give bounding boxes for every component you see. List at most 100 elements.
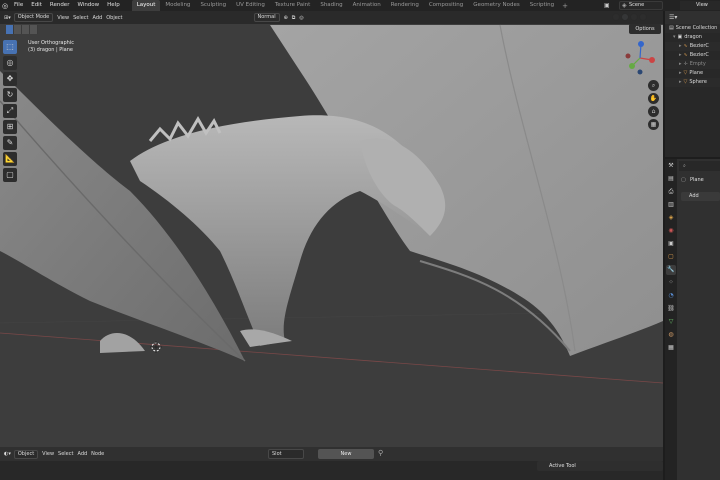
tab-compositing[interactable]: Compositing <box>424 0 468 11</box>
select-box-tool-icon[interactable]: ⬚ <box>3 40 17 54</box>
menu-window[interactable]: Window <box>73 0 103 11</box>
mode-selector[interactable]: Object Mode <box>13 13 54 22</box>
blender-logo-icon[interactable]: ◎ <box>0 0 10 11</box>
snap-icon[interactable]: ⧉ <box>292 15 296 21</box>
proportional-edit-icon[interactable]: ◎ <box>299 15 303 21</box>
physics-tab-icon[interactable]: ◔ <box>666 291 676 301</box>
tab-animation[interactable]: Animation <box>348 0 386 11</box>
add-modifier-button[interactable]: Add <box>681 192 720 201</box>
tool-tab-icon[interactable]: ⚒ <box>666 161 676 171</box>
slot-selector[interactable]: Slot <box>268 449 304 459</box>
mesh-icon: ▽ <box>683 79 688 85</box>
cursor-tool-icon[interactable]: ◎ <box>3 56 17 70</box>
camera-view-icon[interactable]: ⌂ <box>648 106 659 117</box>
select-mode-invert-icon[interactable] <box>30 25 38 34</box>
object-tab-icon[interactable]: ▢ <box>666 252 676 262</box>
expand-triangle-icon[interactable]: ▸ <box>679 52 682 58</box>
view-layer-selector[interactable]: View <box>680 1 720 10</box>
expand-triangle-icon[interactable]: ▸ <box>679 70 682 76</box>
tab-layout[interactable]: Layout <box>131 0 161 11</box>
scene-selector[interactable]: ◈ Scene <box>619 1 663 10</box>
curve-icon: ∿ <box>683 43 688 49</box>
modifier-tab-icon[interactable]: 🔧 <box>666 265 676 275</box>
menu-render[interactable]: Render <box>46 0 74 11</box>
new-material-button[interactable]: New <box>318 449 374 459</box>
scene-browse-icon[interactable]: ▣ <box>604 2 610 9</box>
outliner-row-sphere[interactable]: ▸ ▽ Sphere <box>665 78 720 87</box>
properties-search-field[interactable]: ⌕ <box>679 161 720 171</box>
perspective-toggle-icon[interactable]: ▦ <box>648 119 659 130</box>
transform-orientation-selector[interactable]: Normal <box>253 13 280 22</box>
tab-sculpting[interactable]: Sculpting <box>195 0 231 11</box>
navigation-gizmo-icon[interactable] <box>620 38 660 78</box>
scene-tab-icon[interactable]: ◈ <box>666 213 676 223</box>
output-tab-icon[interactable]: ⎙ <box>666 187 676 197</box>
particles-tab-icon[interactable]: ⁘ <box>666 278 676 288</box>
expand-triangle-icon[interactable]: ▾ <box>673 34 676 40</box>
tab-shading[interactable]: Shading <box>315 0 347 11</box>
options-dropdown[interactable]: Options <box>629 24 661 34</box>
outliner-row-scene-collection[interactable]: ▤ Scene Collection <box>665 24 720 33</box>
bottom-editor-type-icon[interactable]: ◐▾ <box>4 451 11 457</box>
outliner-row-plane[interactable]: ▸ ▽ Plane <box>665 69 720 78</box>
outliner-row-empty[interactable]: ▸ ✛ Empty <box>665 60 720 69</box>
add-cube-tool-icon[interactable]: ▢ <box>3 168 17 182</box>
editor-type-icon[interactable]: ⊞▾ <box>4 15 11 21</box>
select-mode-extend-icon[interactable] <box>14 25 22 34</box>
tab-scripting[interactable]: Scripting <box>525 0 559 11</box>
scale-tool-icon[interactable]: ⤢ <box>3 104 17 118</box>
expand-triangle-icon[interactable]: ▸ <box>679 79 682 85</box>
top-menu-bar: ◎ File Edit Render Window Help Layout Mo… <box>0 0 720 11</box>
view-layer-tab-icon[interactable]: ▥ <box>666 200 676 210</box>
viewport-menu-view[interactable]: View <box>57 15 69 21</box>
collection-tab-icon[interactable]: ▣ <box>666 239 676 249</box>
viewport-menu-select[interactable]: Select <box>73 15 88 21</box>
pivot-point-icon[interactable]: ⊕ <box>284 15 288 21</box>
properties-object-name: ▢ Plane <box>681 177 704 183</box>
transform-tool-icon[interactable]: ⊞ <box>3 120 17 134</box>
pan-hand-icon[interactable]: ✋ <box>648 93 659 104</box>
render-tab-icon[interactable]: ▤ <box>666 174 676 184</box>
zoom-icon[interactable]: ⌕ <box>648 80 659 91</box>
world-tab-icon[interactable]: ◉ <box>666 226 676 236</box>
menu-file[interactable]: File <box>10 0 27 11</box>
select-mode-new-icon[interactable] <box>6 25 14 34</box>
outliner-row-dragon[interactable]: ▾ ▣ dragon <box>665 33 720 42</box>
pin-icon[interactable]: ⚲ <box>378 449 383 457</box>
outliner-editor-icon[interactable]: ☰▾ <box>669 14 677 21</box>
viewport-menu-add[interactable]: Add <box>93 15 103 21</box>
menu-edit[interactable]: Edit <box>27 0 46 11</box>
menu-help[interactable]: Help <box>103 0 124 11</box>
mesh-icon: ▽ <box>683 70 688 76</box>
select-mode-subtract-icon[interactable] <box>22 25 30 34</box>
tab-uv-editing[interactable]: UV Editing <box>231 0 270 11</box>
tab-rendering[interactable]: Rendering <box>386 0 424 11</box>
bottom-menu-node[interactable]: Node <box>91 451 104 457</box>
curve-icon: ∿ <box>683 52 688 58</box>
tab-texture-paint[interactable]: Texture Paint <box>270 0 316 11</box>
add-workspace-icon[interactable]: + <box>559 2 571 10</box>
texture-tab-icon[interactable]: ▦ <box>666 343 676 353</box>
object-icon: ▢ <box>681 177 686 183</box>
tab-geometry-nodes[interactable]: Geometry Nodes <box>468 0 524 11</box>
expand-triangle-icon[interactable]: ▸ <box>679 61 682 67</box>
rotate-tool-icon[interactable]: ↻ <box>3 88 17 102</box>
bottom-menu-view[interactable]: View <box>42 451 54 457</box>
bottom-mode-selector[interactable]: Object <box>13 449 39 459</box>
tab-modeling[interactable]: Modeling <box>160 0 195 11</box>
move-tool-icon[interactable]: ✥ <box>3 72 17 86</box>
constraints-tab-icon[interactable]: ⛓ <box>666 304 676 314</box>
viewport-menu-object[interactable]: Object <box>106 15 122 21</box>
outliner-row-bezier-1[interactable]: ▸ ∿ BezierC <box>665 42 720 51</box>
bottom-menu-select[interactable]: Select <box>58 451 73 457</box>
measure-tool-icon[interactable]: 📐 <box>3 152 17 166</box>
active-tool-panel[interactable]: Active Tool <box>537 461 663 471</box>
data-tab-icon[interactable]: ▽ <box>666 317 676 327</box>
expand-triangle-icon[interactable]: ▸ <box>679 43 682 49</box>
bottom-menu-add[interactable]: Add <box>77 451 87 457</box>
outliner-header: ☰▾ <box>665 11 720 24</box>
outliner-row-bezier-2[interactable]: ▸ ∿ BezierC <box>665 51 720 60</box>
material-tab-icon[interactable]: ◍ <box>666 330 676 340</box>
annotate-tool-icon[interactable]: ✎ <box>3 136 17 150</box>
3d-viewport[interactable] <box>0 11 663 447</box>
